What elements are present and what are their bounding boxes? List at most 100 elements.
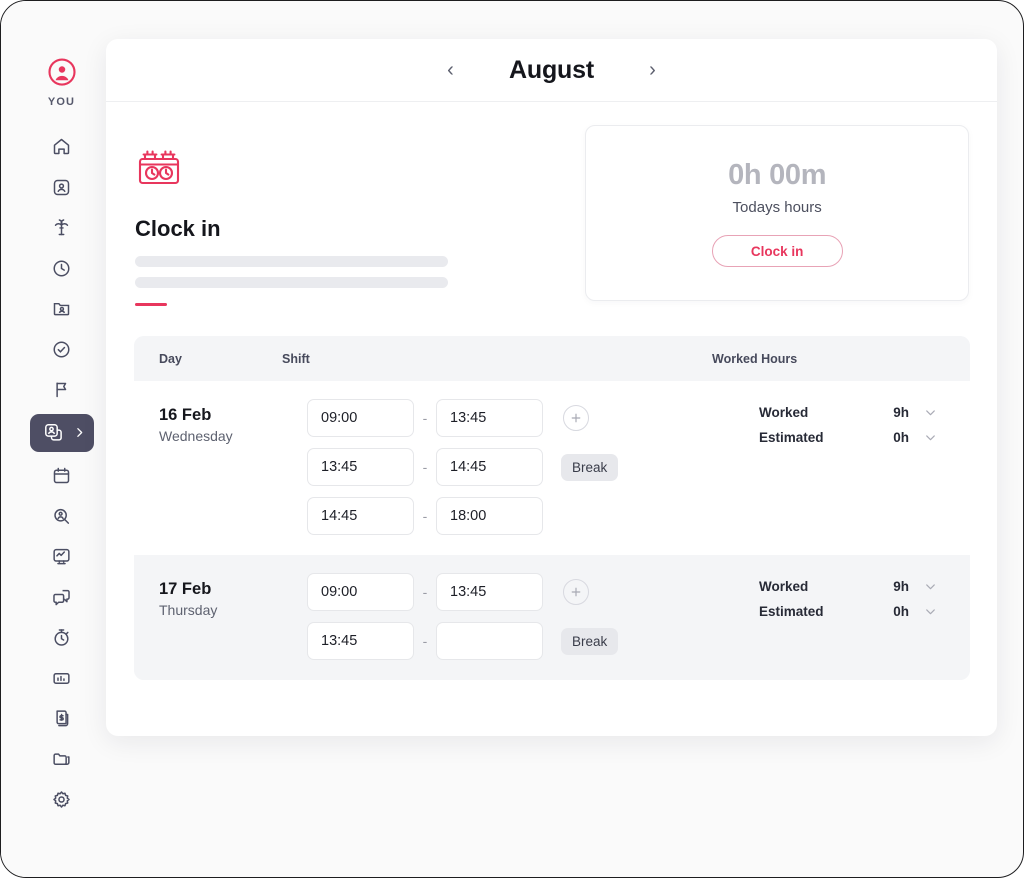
- shift-start-input[interactable]: [307, 622, 414, 660]
- expand-worked-button[interactable]: [923, 579, 938, 594]
- sidebar-item-team[interactable]: [29, 413, 94, 452]
- palm-tree-icon: [54, 219, 69, 236]
- placeholder-bar-1: [135, 256, 448, 267]
- table-header-row: Day Shift Worked Hours: [134, 336, 970, 381]
- shift-line: -: [307, 497, 737, 535]
- day-date: 16 Feb: [159, 406, 212, 424]
- column-header-day: Day: [159, 351, 182, 366]
- chevron-down-icon: [926, 584, 935, 590]
- performance-icon: [53, 548, 70, 565]
- sidebar: YOU: [1, 1, 122, 877]
- expand-estimated-button[interactable]: [923, 430, 938, 445]
- clock-icon: [53, 259, 70, 277]
- break-badge[interactable]: Break: [561, 453, 619, 481]
- id-card-icon: [53, 302, 70, 316]
- sidebar-item-recruiting[interactable]: [30, 500, 94, 533]
- shift-end-input[interactable]: [436, 573, 543, 611]
- sidebar-item-time-off[interactable]: [30, 211, 94, 244]
- people-stack-icon: [44, 424, 62, 441]
- plus-icon: [571, 413, 581, 423]
- search-person-icon: [54, 508, 70, 524]
- worked-value: 9h: [893, 579, 909, 594]
- worked-label: Worked: [759, 579, 809, 594]
- sidebar-item-documents[interactable]: [30, 292, 94, 325]
- break-badge[interactable]: Break: [561, 627, 619, 655]
- check-circle-icon: [53, 340, 70, 358]
- sidebar-item-performance[interactable]: [30, 540, 94, 573]
- shift-end-input[interactable]: [436, 622, 543, 660]
- time-range-separator: -: [422, 584, 428, 600]
- todays-hours-value: 0h 00m: [728, 159, 827, 191]
- sidebar-item-messages[interactable]: [30, 581, 94, 614]
- column-header-shift: Shift: [282, 351, 310, 366]
- expand-estimated-button[interactable]: [923, 604, 938, 619]
- stopwatch-icon: [54, 629, 69, 646]
- column-header-worked-hours: Worked Hours: [712, 351, 798, 366]
- calendar-icon: [53, 467, 70, 484]
- sidebar-item-attendance[interactable]: [30, 252, 94, 285]
- table-row: 16 Feb Wednesday -: [134, 381, 970, 555]
- sidebar-item-tasks[interactable]: [30, 333, 94, 366]
- month-navigator: ‹ August ›: [106, 39, 997, 102]
- chevron-down-icon: [926, 609, 935, 615]
- bar-chart-icon: [53, 672, 70, 684]
- sidebar-nav: [1, 130, 122, 824]
- sidebar-item-profile[interactable]: [30, 171, 94, 204]
- clock-in-title: Clock in: [135, 216, 221, 241]
- next-month-button[interactable]: ›: [642, 60, 664, 80]
- todays-hours-card: 0h 00m Todays hours Clock in: [585, 125, 969, 301]
- chat-icon: [53, 589, 70, 605]
- sidebar-item-home[interactable]: [30, 130, 94, 163]
- chevron-right-icon: [76, 428, 82, 437]
- estimated-label: Estimated: [759, 604, 824, 619]
- clock-in-button[interactable]: Clock in: [711, 235, 843, 267]
- avatar[interactable]: [47, 57, 77, 87]
- shift-cell: - - Break: [307, 399, 737, 535]
- home-icon: [53, 138, 70, 155]
- sidebar-item-files[interactable]: [30, 743, 94, 776]
- page-title: August: [509, 55, 594, 84]
- plus-icon: [571, 587, 581, 597]
- gear-icon: [53, 791, 70, 808]
- shift-end-input[interactable]: [436, 448, 543, 486]
- estimated-total: Estimated 0h: [737, 604, 938, 619]
- previous-month-button[interactable]: ‹: [440, 60, 462, 80]
- user-circle-icon: [47, 58, 76, 86]
- sidebar-you-label: YOU: [47, 96, 76, 108]
- worked-total: Worked 9h: [737, 579, 938, 594]
- table-row: 17 Feb Thursday -: [134, 555, 970, 680]
- folder-icon: [53, 752, 70, 765]
- time-range-separator: -: [422, 459, 428, 475]
- flag-icon: [56, 382, 67, 398]
- day-cell: 17 Feb Thursday: [159, 573, 307, 660]
- time-range-separator: -: [422, 410, 428, 426]
- day-weekday: Wednesday: [159, 428, 233, 444]
- sidebar-item-time-tracking[interactable]: [30, 621, 94, 654]
- clock-in-info-block: Clock in: [135, 130, 562, 306]
- sidebar-item-payroll[interactable]: [30, 702, 94, 735]
- app-window: YOU ‹ August › Clock in 0h 00m Todays ho…: [0, 0, 1024, 878]
- sidebar-item-reports[interactable]: [30, 662, 94, 695]
- shift-start-input[interactable]: [307, 573, 414, 611]
- add-shift-button[interactable]: [563, 405, 589, 431]
- worked-value: 9h: [893, 405, 909, 420]
- sidebar-item-goals[interactable]: [30, 373, 94, 406]
- shift-start-input[interactable]: [307, 399, 414, 437]
- worked-total: Worked 9h: [737, 405, 938, 420]
- shift-line: -: [307, 399, 737, 437]
- placeholder-bar-2: [135, 277, 448, 288]
- shift-start-input[interactable]: [307, 448, 414, 486]
- worked-hours-cell: Worked 9h Estimated 0h: [737, 399, 970, 535]
- sidebar-item-calendar[interactable]: [30, 459, 94, 492]
- shift-start-input[interactable]: [307, 497, 414, 535]
- add-shift-button[interactable]: [563, 579, 589, 605]
- sidebar-item-settings[interactable]: [30, 783, 94, 816]
- shift-end-input[interactable]: [436, 497, 543, 535]
- expand-worked-button[interactable]: [923, 405, 938, 420]
- accent-rule: [135, 303, 167, 306]
- shift-end-input[interactable]: [436, 399, 543, 437]
- shift-cell: - - Break: [307, 573, 737, 660]
- chevron-down-icon: [926, 435, 935, 441]
- shift-line: - Break: [307, 448, 737, 486]
- sidebar-expand-chevron[interactable]: [73, 426, 86, 439]
